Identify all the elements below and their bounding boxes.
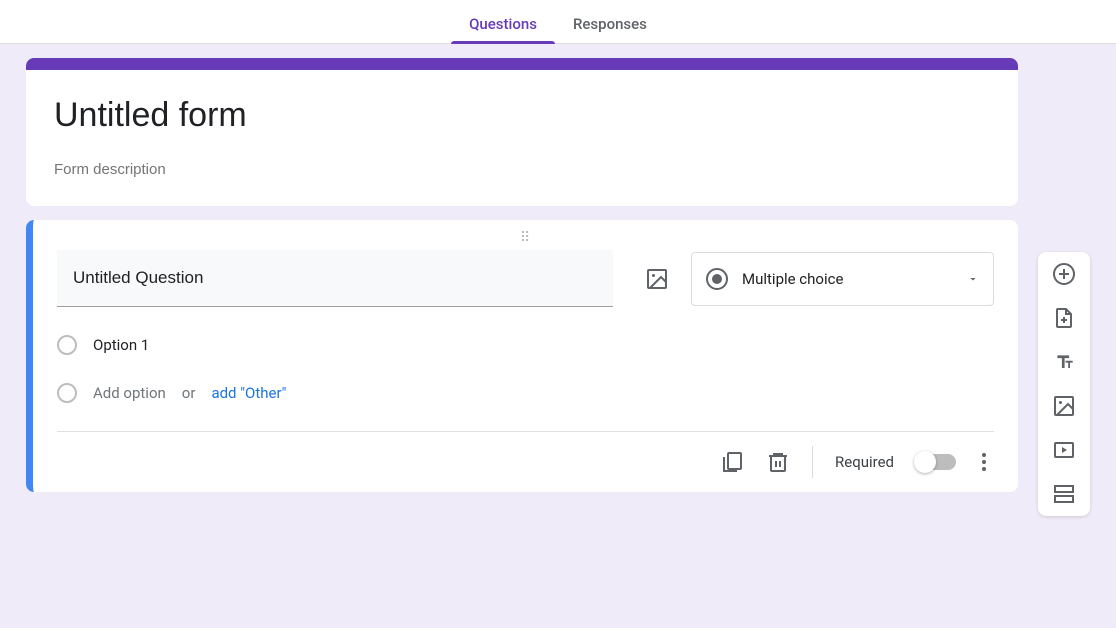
- radio-outline-icon: [57, 383, 77, 403]
- add-image-icon[interactable]: [1052, 394, 1076, 418]
- divider-vertical: [812, 446, 813, 478]
- form-title-input[interactable]: [54, 96, 990, 135]
- tab-questions[interactable]: Questions: [451, 15, 555, 43]
- radio-outline-icon: [57, 335, 77, 355]
- top-tabs-bar: Questions Responses: [0, 0, 1116, 44]
- add-other-link[interactable]: add "Other": [211, 384, 286, 402]
- import-questions-icon[interactable]: [1052, 306, 1076, 330]
- chevron-down-icon: [967, 273, 979, 285]
- add-option-button[interactable]: Add option: [93, 384, 166, 402]
- question-card: ⠿ Multiple choice Option 1: [26, 220, 1018, 492]
- required-label: Required: [835, 453, 894, 471]
- option-text[interactable]: Option 1: [93, 336, 149, 354]
- add-question-icon[interactable]: [1052, 262, 1076, 286]
- side-toolbar: [1038, 252, 1090, 516]
- duplicate-icon[interactable]: [720, 450, 744, 474]
- option-row: Option 1: [57, 335, 994, 355]
- add-image-icon[interactable]: [645, 267, 669, 291]
- tab-responses[interactable]: Responses: [555, 15, 665, 43]
- question-title-input[interactable]: [57, 250, 613, 307]
- form-description-input[interactable]: [54, 161, 990, 178]
- question-type-label: Multiple choice: [742, 270, 843, 288]
- or-text: or: [182, 384, 196, 402]
- add-section-icon[interactable]: [1052, 482, 1076, 506]
- required-toggle[interactable]: [916, 454, 956, 470]
- add-video-icon[interactable]: [1052, 438, 1076, 462]
- radio-icon: [706, 268, 728, 290]
- trash-icon[interactable]: [766, 450, 790, 474]
- form-header-card: [26, 58, 1018, 206]
- add-option-row: Add option or add "Other": [57, 383, 994, 403]
- question-type-select[interactable]: Multiple choice: [691, 252, 994, 306]
- add-title-icon[interactable]: [1052, 350, 1076, 374]
- more-icon[interactable]: [978, 449, 990, 475]
- drag-handle-icon[interactable]: ⠿: [57, 230, 994, 248]
